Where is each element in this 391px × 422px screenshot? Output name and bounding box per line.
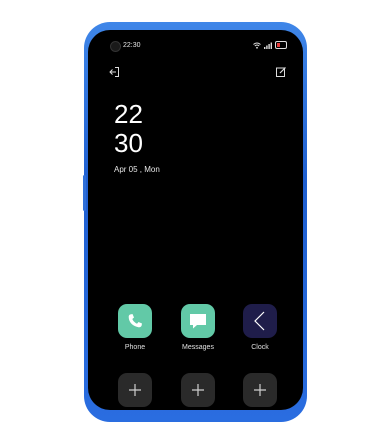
app-clock[interactable]: Clock [235, 304, 285, 351]
clock-hands-icon [243, 304, 277, 338]
clock-hours: 22 [114, 99, 143, 129]
date-label: Apr 05 , Mon [114, 165, 160, 174]
add-shortcut-button[interactable] [181, 373, 215, 407]
status-bar: 22:30 [88, 39, 303, 53]
edit-icon[interactable] [275, 66, 287, 78]
battery-level [277, 43, 280, 47]
plus-icon [129, 384, 141, 396]
app-phone[interactable]: Phone [110, 304, 160, 351]
clock-minutes: 30 [114, 128, 143, 158]
app-label-messages: Messages [182, 344, 214, 351]
app-label-clock: Clock [251, 344, 269, 351]
add-shortcut-button[interactable] [243, 373, 277, 407]
signal-icon [264, 42, 272, 49]
plus-icon [254, 384, 266, 396]
status-icons [253, 41, 287, 49]
plus-icon [192, 384, 204, 396]
phone-icon [118, 304, 152, 338]
add-shortcut-button[interactable] [118, 373, 152, 407]
phone-side-button [83, 175, 86, 211]
exit-icon[interactable] [108, 66, 120, 78]
phone-screen: 22:30 22 30 Apr 05 , Mon Phone Messages … [88, 30, 303, 410]
message-icon [181, 304, 215, 338]
front-camera-icon [110, 41, 121, 52]
app-label-phone: Phone [124, 344, 146, 351]
app-messages[interactable]: Messages [173, 304, 223, 351]
status-time: 22:30 [123, 42, 141, 49]
battery-icon [275, 41, 287, 49]
wifi-icon [253, 42, 261, 49]
